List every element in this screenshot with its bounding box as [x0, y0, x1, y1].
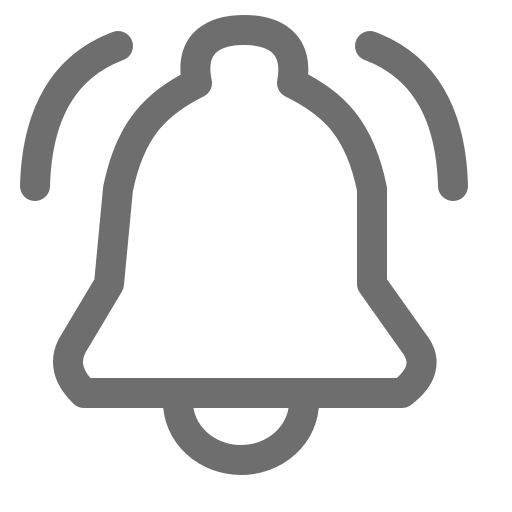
left-ring-wave [20, 31, 133, 201]
icon-canvas [0, 0, 512, 512]
bell-clapper [163, 387, 319, 475]
bell-ringing-icon [20, 15, 468, 475]
right-ring-wave [355, 31, 468, 201]
bell-body [53, 15, 437, 408]
